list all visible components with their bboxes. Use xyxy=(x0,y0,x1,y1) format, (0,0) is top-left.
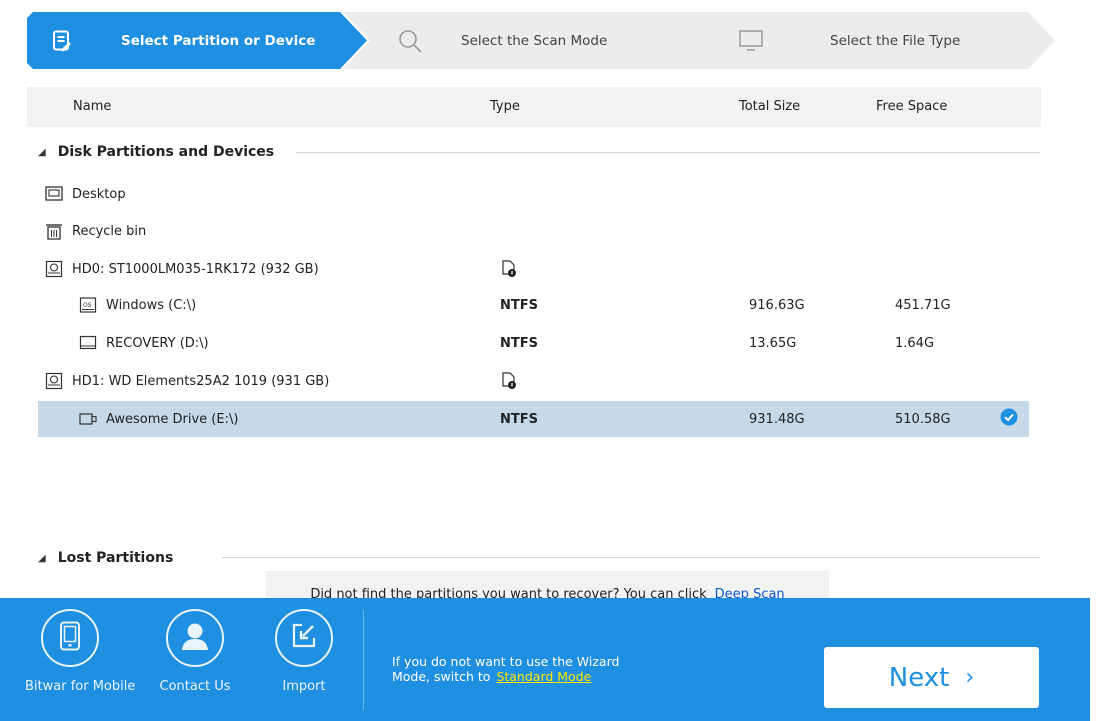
drive-icon xyxy=(78,333,98,353)
row-free-space: 510.58G xyxy=(895,411,951,427)
footer-divider xyxy=(363,610,364,710)
search-icon xyxy=(395,12,425,69)
row-total-size: 916.63G xyxy=(749,297,805,313)
row-type: NTFS xyxy=(500,297,538,313)
row-free-space: 451.71G xyxy=(895,297,951,313)
col-total-size[interactable]: Total Size xyxy=(739,99,800,114)
row-type: NTFS xyxy=(500,335,538,351)
row-free-space: 1.64G xyxy=(895,335,935,351)
row-name: Windows (C:\) xyxy=(106,297,197,313)
list-item-awesome-drive-e[interactable]: Awesome Drive (E:\) NTFS 931.48G 510.58G xyxy=(38,401,1029,437)
collapse-triangle-icon[interactable]: ◢ xyxy=(38,553,46,564)
row-type: NTFS xyxy=(500,411,538,427)
list-item-recovery-d[interactable]: RECOVERY (D:\) NTFS 13.65G 1.64G xyxy=(38,325,1029,361)
list-item-hd0[interactable]: HD0: ST1000LM035-1RK172 (932 GB) xyxy=(38,251,1029,287)
bitwar-mobile-button[interactable]: Bitwar for Mobile xyxy=(25,609,136,719)
usb-drive-icon xyxy=(78,409,98,429)
selected-check-icon xyxy=(1000,408,1018,430)
footer-caption: Contact Us xyxy=(159,679,231,694)
disk-info-icon[interactable] xyxy=(499,259,519,279)
row-name: HD1: WD Elements25A2 1019 (931 GB) xyxy=(72,373,330,389)
contact-us-button[interactable]: Contact Us xyxy=(150,609,240,719)
row-name: RECOVERY (D:\) xyxy=(106,335,209,351)
section-lost-partitions[interactable]: ◢ Lost Partitions xyxy=(38,549,173,567)
col-name[interactable]: Name xyxy=(73,99,111,114)
list-item-hd1[interactable]: HD1: WD Elements25A2 1019 (931 GB) xyxy=(38,363,1029,399)
disk-info-icon[interactable] xyxy=(499,371,519,391)
collapse-triangle-icon[interactable]: ◢ xyxy=(38,147,46,158)
row-name: Awesome Drive (E:\) xyxy=(106,411,239,427)
window-edge xyxy=(1090,0,1099,721)
col-type[interactable]: Type xyxy=(490,99,520,114)
user-support-icon xyxy=(177,618,213,658)
section-title: Lost Partitions xyxy=(57,550,174,566)
standard-mode-link[interactable]: Standard Mode xyxy=(496,669,591,684)
step-label: Select the Scan Mode xyxy=(461,32,608,49)
col-free-space[interactable]: Free Space xyxy=(876,99,947,114)
desktop-icon xyxy=(44,184,64,204)
row-name: Recycle bin xyxy=(72,223,147,239)
wizard-mode-message: If you do not want to use the Wizard Mod… xyxy=(392,654,620,684)
wizard-steps: Select Partition or Device Select the Sc… xyxy=(27,12,1055,69)
section-disk-partitions[interactable]: ◢ Disk Partitions and Devices xyxy=(38,143,274,161)
list-item-desktop[interactable]: Desktop xyxy=(38,176,1029,212)
list-item-recycle-bin[interactable]: Recycle bin xyxy=(38,213,1029,249)
section-title: Disk Partitions and Devices xyxy=(57,144,275,160)
mobile-phone-icon xyxy=(59,621,81,655)
footer-caption: Import xyxy=(282,679,326,694)
section-divider xyxy=(222,557,1040,558)
chevron-right-icon: › xyxy=(965,665,975,690)
footer-caption: Bitwar for Mobile xyxy=(25,679,136,694)
hard-disk-icon xyxy=(44,371,64,391)
section-divider xyxy=(296,152,1040,153)
row-name: Desktop xyxy=(72,186,126,202)
monitor-icon xyxy=(736,12,766,69)
step-select-partition[interactable]: Select Partition or Device xyxy=(27,12,397,69)
import-button[interactable]: Import xyxy=(259,609,349,719)
step-file-type[interactable]: Select the File Type xyxy=(680,12,1055,69)
svg-text:OS: OS xyxy=(83,302,92,309)
next-button[interactable]: Next › xyxy=(824,647,1039,708)
os-drive-icon: OS xyxy=(78,295,98,315)
column-header: Name Type Total Size Free Space xyxy=(27,87,1041,127)
list-item-windows-c[interactable]: OS Windows (C:\) NTFS 916.63G 451.71G xyxy=(38,287,1029,323)
import-icon xyxy=(290,622,318,654)
hard-disk-icon xyxy=(44,259,64,279)
document-edit-icon xyxy=(49,12,75,69)
step-label: Select the File Type xyxy=(830,32,961,49)
row-total-size: 931.48G xyxy=(749,411,805,427)
recycle-bin-icon xyxy=(44,221,64,241)
row-total-size: 13.65G xyxy=(749,335,797,351)
step-label: Select Partition or Device xyxy=(121,32,316,49)
footer-bar: Bitwar for Mobile Contact Us Import If y… xyxy=(0,598,1090,721)
row-name: HD0: ST1000LM035-1RK172 (932 GB) xyxy=(72,261,319,277)
